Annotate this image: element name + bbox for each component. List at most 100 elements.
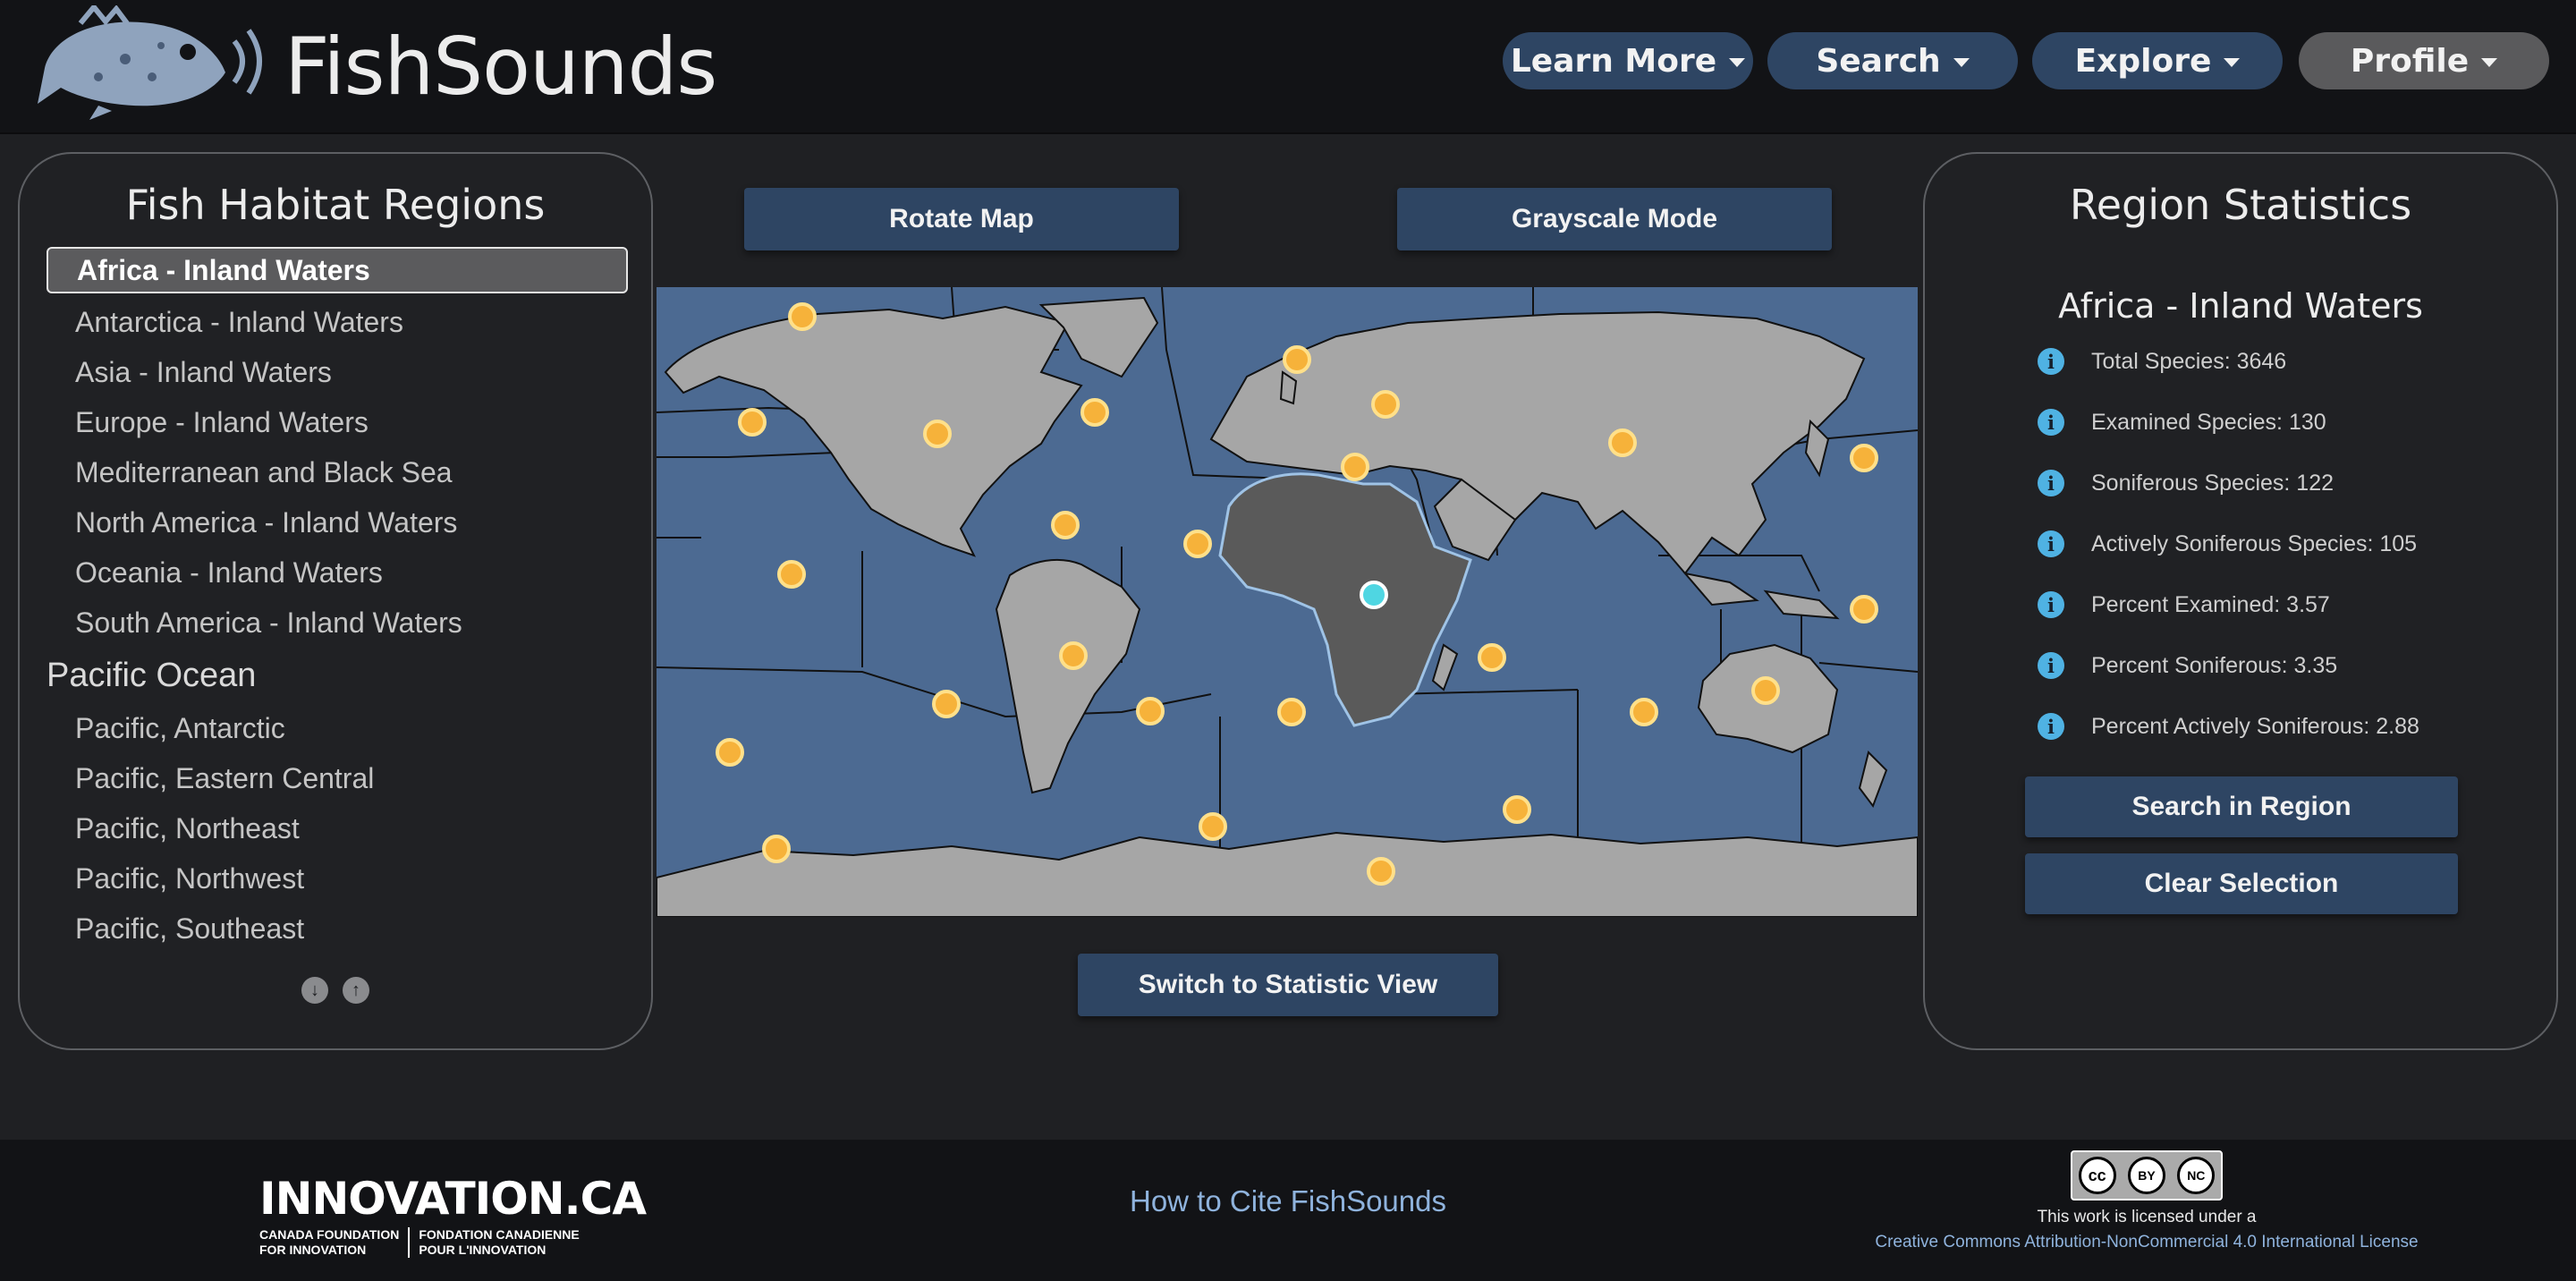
world-map[interactable] (657, 287, 1918, 917)
region-marker[interactable] (716, 738, 744, 767)
search-in-region-button[interactable]: Search in Region (2025, 776, 2458, 837)
selected-region-name: Africa - Inland Waters (2058, 286, 2423, 326)
grayscale-mode-button[interactable]: Grayscale Mode (1397, 188, 1832, 250)
site-brand[interactable]: FishSounds (284, 18, 717, 116)
habitat-regions-panel: Fish Habitat Regions Africa - Inland Wat… (18, 152, 653, 1050)
switch-statistic-view-button[interactable]: Switch to Statistic View (1078, 954, 1498, 1016)
license-link[interactable]: Creative Commons Attribution-NonCommerci… (1860, 1233, 2433, 1252)
region-item[interactable]: Asia - Inland Waters (47, 347, 628, 397)
region-marker[interactable] (1630, 698, 1658, 726)
region-marker[interactable] (1199, 812, 1227, 841)
region-marker[interactable] (1277, 698, 1306, 726)
region-item[interactable]: South America - Inland Waters (47, 598, 628, 648)
region-marker[interactable] (788, 302, 817, 331)
license-block: cc BY NC This work is licensed under a C… (1860, 1150, 2433, 1252)
region-item[interactable]: North America - Inland Waters (47, 497, 628, 547)
stat-label: Examined Species: 130 (2091, 409, 2326, 435)
license-text: This work is licensed under a (2037, 1208, 2257, 1226)
region-marker[interactable] (1283, 345, 1311, 374)
clear-selection-button[interactable]: Clear Selection (2025, 853, 2458, 914)
info-icon[interactable]: i (2038, 713, 2064, 740)
region-marker[interactable] (762, 835, 791, 863)
nav-learn-more[interactable]: Learn More (1503, 32, 1753, 89)
nav-explore-label: Explore (2074, 42, 2212, 80)
region-marker[interactable] (777, 560, 806, 589)
chevron-down-icon (2224, 58, 2241, 67)
region-marker[interactable] (1367, 857, 1395, 886)
info-icon[interactable]: i (2038, 652, 2064, 679)
region-marker[interactable] (1371, 390, 1400, 419)
stat-label: Percent Actively Soniferous: 2.88 (2091, 713, 2419, 739)
by-icon: BY (2127, 1157, 2165, 1194)
chevron-down-icon (1729, 58, 1746, 67)
region-item[interactable]: Europe - Inland Waters (47, 397, 628, 447)
region-marker[interactable] (1136, 697, 1165, 725)
nav-learn-more-label: Learn More (1510, 42, 1717, 80)
region-marker[interactable] (1183, 530, 1212, 558)
region-group-header: Pacific Ocean (47, 657, 257, 694)
stat-label: Total Species: 3646 (2091, 348, 2287, 374)
region-item[interactable]: Pacific, Southeast (47, 903, 628, 954)
region-item[interactable]: Pacific, Northwest (47, 853, 628, 903)
stat-row: i Percent Examined: 3.57 (2038, 574, 2419, 635)
info-icon[interactable]: i (2038, 591, 2064, 618)
nav-profile-label: Profile (2350, 42, 2470, 80)
selected-region-africa[interactable] (1218, 472, 1472, 727)
fish-logo-icon[interactable] (27, 5, 277, 122)
region-marker[interactable] (1051, 511, 1080, 539)
region-marker[interactable] (1080, 398, 1109, 427)
stat-label: Actively Soniferous Species: 105 (2091, 530, 2418, 556)
region-item[interactable]: Pacific, Eastern Central (47, 753, 628, 803)
region-marker[interactable] (923, 420, 952, 448)
site-footer: INNOVATION.CA CANADA FOUNDATION FOR INNO… (0, 1140, 2576, 1281)
nav-explore[interactable]: Explore (2032, 32, 2283, 89)
chevron-down-icon (2481, 58, 2498, 67)
info-icon[interactable]: i (2038, 409, 2064, 436)
innovation-sub-left-2: FOR INNOVATION (259, 1243, 367, 1257)
region-item[interactable]: Mediterranean and Black Sea (47, 447, 628, 497)
region-item[interactable]: Pacific, Antarctic (47, 703, 628, 753)
region-marker[interactable] (932, 690, 961, 718)
region-marker[interactable] (738, 408, 767, 437)
stats-list: i Total Species: 3646 i Examined Species… (2038, 331, 2419, 757)
info-icon[interactable]: i (2038, 348, 2064, 375)
info-icon[interactable]: i (2038, 530, 2064, 557)
region-statistics-panel: Region Statistics Africa - Inland Waters… (1923, 152, 2558, 1050)
stat-row: i Examined Species: 130 (2038, 392, 2419, 453)
stat-row: i Percent Soniferous: 3.35 (2038, 635, 2419, 696)
panel-title: Region Statistics (2069, 181, 2412, 229)
region-marker[interactable] (1503, 795, 1531, 824)
region-list[interactable]: Africa - Inland Waters Antarctica - Inla… (47, 247, 628, 954)
region-marker[interactable] (1608, 428, 1637, 457)
region-item[interactable]: Oceania - Inland Waters (47, 547, 628, 598)
region-marker[interactable] (1478, 643, 1506, 672)
nav-search[interactable]: Search (1767, 32, 2018, 89)
region-marker[interactable] (1341, 453, 1369, 481)
scroll-up-icon[interactable]: ↑ (343, 977, 369, 1004)
rotate-map-button[interactable]: Rotate Map (744, 188, 1179, 250)
region-marker[interactable] (1850, 444, 1878, 472)
region-item[interactable]: Antarctica - Inland Waters (47, 297, 628, 347)
cc-icon: cc (2078, 1157, 2116, 1194)
stat-label: Soniferous Species: 122 (2091, 470, 2334, 496)
info-icon[interactable]: i (2038, 470, 2064, 496)
cc-license-badge[interactable]: cc BY NC (2071, 1150, 2223, 1200)
nav-profile[interactable]: Profile (2299, 32, 2549, 89)
scroll-down-icon[interactable]: ↓ (301, 977, 328, 1004)
region-item[interactable]: Pacific, Northeast (47, 803, 628, 853)
stat-row: i Actively Soniferous Species: 105 (2038, 513, 2419, 574)
region-marker[interactable] (1751, 676, 1780, 705)
nav-search-label: Search (1816, 42, 1941, 80)
selected-region-marker[interactable] (1360, 581, 1388, 609)
innovation-sub-right-2: POUR L'INNOVATION (419, 1243, 547, 1257)
region-marker[interactable] (1850, 595, 1878, 624)
chevron-down-icon (1953, 58, 1970, 67)
world-map-svg[interactable] (657, 287, 1918, 917)
innovation-sub-left-1: CANADA FOUNDATION (259, 1227, 400, 1242)
land-masses (657, 296, 1918, 917)
stat-row: i Total Species: 3646 (2038, 331, 2419, 392)
region-marker[interactable] (1059, 641, 1088, 670)
region-item[interactable]: Africa - Inland Waters (47, 247, 628, 293)
innovation-sub-right-1: FONDATION CANADIENNE (419, 1227, 580, 1242)
nc-icon: NC (2177, 1157, 2216, 1194)
